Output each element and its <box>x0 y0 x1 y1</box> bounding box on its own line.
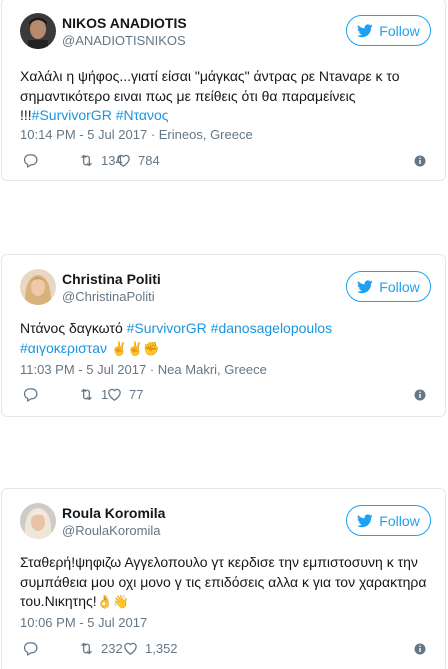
retweet-icon <box>81 642 92 655</box>
tweet-text: Χαλάλι η ψήφος...γιατί είσαι "μάγκας" άν… <box>20 67 431 126</box>
screen-name[interactable]: @RoulaKoromila <box>62 522 165 540</box>
follow-button[interactable]: Follow <box>346 505 431 536</box>
emoji-group: 👌👋 <box>96 594 129 609</box>
location[interactable]: Erineos, Greece <box>159 127 253 142</box>
like-count: 1,352 <box>145 641 178 656</box>
display-name[interactable]: Roula Koromila <box>62 504 165 522</box>
reply-button[interactable] <box>22 640 39 657</box>
tweet-header: Roula Koromila @RoulaKoromila Follow <box>20 503 433 543</box>
tweet-text: Σταθερή!ψηφιζω Αγγελοπουλο γτ κερδισε τη… <box>20 553 431 612</box>
retweet-icon <box>81 154 92 167</box>
avatar[interactable] <box>20 269 56 305</box>
tweet-card: NIKOS ANADIOTIS @ANADIOTISNIKOS Follow Χ… <box>1 0 446 181</box>
tweet-header: Christina Politi @ChristinaPoliti Follow <box>20 269 433 309</box>
twitter-bird-icon <box>357 513 373 527</box>
heart-icon <box>117 154 130 167</box>
hashtag-link[interactable]: #Ντανος <box>116 107 169 123</box>
timestamp[interactable]: 11:03 PM - 5 Jul 2017 <box>20 362 146 377</box>
screen-name[interactable]: @ANADIOTISNIKOS <box>62 32 187 50</box>
avatar[interactable] <box>20 503 56 539</box>
retweet-icon <box>81 388 92 401</box>
retweet-button[interactable]: 232 <box>78 640 123 657</box>
reply-icon <box>23 642 38 657</box>
tweet-card: Roula Koromila @RoulaKoromila Follow Στα… <box>1 488 446 669</box>
hashtag-link[interactable]: #SurvivorGR <box>32 107 112 123</box>
hashtag-link[interactable]: #SurvivorGR <box>127 320 207 336</box>
info-icon[interactable] <box>413 642 427 656</box>
action-bar: 232 1,352 <box>22 640 431 658</box>
timestamp[interactable]: 10:06 PM - 5 Jul 2017 <box>20 615 147 630</box>
info-icon[interactable] <box>413 388 427 402</box>
display-name[interactable]: NIKOS ANADIOTIS <box>62 14 187 32</box>
follow-button[interactable]: Follow <box>346 271 431 302</box>
reply-button[interactable] <box>22 386 39 403</box>
timestamp[interactable]: 10:14 PM - 5 Jul 2017 <box>20 127 147 142</box>
follow-label: Follow <box>379 22 420 39</box>
tweet-card: Christina Politi @ChristinaPoliti Follow… <box>1 254 446 417</box>
tweet-text: Ντάνος δαγκωτό #SurvivorGR #danosagelopo… <box>20 319 431 358</box>
like-button[interactable]: 1,352 <box>122 640 178 657</box>
tweet-meta: 11:03 PM - 5 Jul 2017 · Nea Makri, Greec… <box>20 362 267 377</box>
action-bar: 134 784 <box>22 152 431 170</box>
hashtag-link[interactable]: #danosagelopoulos <box>211 320 332 336</box>
tweet-header: NIKOS ANADIOTIS @ANADIOTISNIKOS Follow <box>20 13 433 53</box>
follow-button[interactable]: Follow <box>346 15 431 46</box>
twitter-bird-icon <box>357 279 373 293</box>
heart-icon <box>108 388 121 401</box>
like-button[interactable]: 77 <box>106 386 143 403</box>
avatar[interactable] <box>20 13 56 49</box>
emoji-group: ✌✌✊ <box>110 340 160 356</box>
follow-label: Follow <box>379 512 420 529</box>
tweet-meta: 10:14 PM - 5 Jul 2017 · Erineos, Greece <box>20 127 253 142</box>
screen-name[interactable]: @ChristinaPoliti <box>62 288 161 306</box>
heart-icon <box>124 642 137 655</box>
twitter-bird-icon <box>357 23 373 37</box>
action-bar: 1 77 <box>22 386 431 404</box>
like-button[interactable]: 784 <box>115 152 160 169</box>
like-count: 784 <box>138 153 160 168</box>
follow-label: Follow <box>379 278 420 295</box>
reply-icon <box>23 388 38 403</box>
hashtag-link[interactable]: #αιγοκεριστaν <box>20 340 107 356</box>
reply-button[interactable] <box>22 152 39 169</box>
reply-icon <box>23 154 38 169</box>
tweet-text-plain: Σταθερή!ψηφιζω Αγγελοπουλο γτ κερδισε τη… <box>20 554 427 609</box>
tweet-meta: 10:06 PM - 5 Jul 2017 <box>20 615 147 630</box>
tweet-text-plain: Ντάνος δαγκωτό <box>20 320 123 336</box>
location[interactable]: Nea Makri, Greece <box>158 362 267 377</box>
display-name[interactable]: Christina Politi <box>62 270 161 288</box>
retweet-count: 232 <box>101 641 123 656</box>
info-icon[interactable] <box>413 154 427 168</box>
retweet-button[interactable]: 1 <box>78 386 108 403</box>
like-count: 77 <box>129 387 144 402</box>
